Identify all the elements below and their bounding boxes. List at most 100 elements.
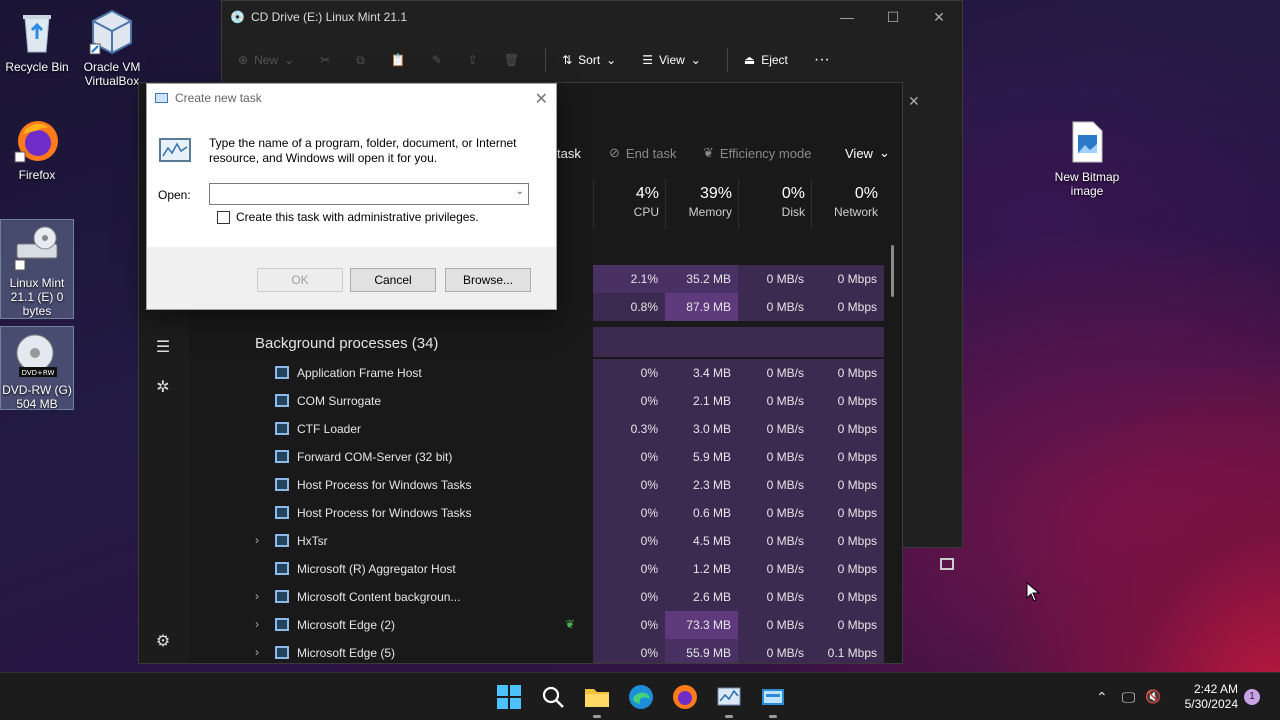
firefox-taskbar-button[interactable]: [671, 683, 699, 711]
chevron-right-icon[interactable]: ›: [255, 533, 259, 547]
eject-button[interactable]: ⏏ Eject: [744, 53, 788, 67]
disk-cell: 0 MB/s: [738, 499, 811, 527]
run-new-task-button[interactable]: task: [557, 146, 581, 161]
separator: [726, 48, 728, 72]
checkbox-box[interactable]: [217, 210, 230, 224]
details-nav-icon[interactable]: ☰: [153, 337, 173, 357]
end-task-button[interactable]: ⊘ End task: [609, 145, 677, 161]
process-icon: [275, 422, 289, 435]
process-name: Microsoft Edge (5): [297, 646, 396, 660]
more-options-button[interactable]: ···: [814, 51, 830, 69]
table-row[interactable]: › Microsoft Content backgroun... 0% 2.6 MB 0…: [189, 583, 902, 611]
efficiency-mode-button[interactable]: ❦ Efficiency mode: [703, 145, 811, 161]
table-row[interactable]: COM Surrogate 0% 2.1 MB 0 MB/s 0 Mbps: [189, 387, 902, 415]
memory-cell: 2.1 MB: [665, 387, 738, 415]
dialog-close-button[interactable]: ✕: [535, 89, 548, 109]
open-input[interactable]: [210, 184, 500, 204]
settings-gear-icon[interactable]: ⚙: [153, 631, 173, 651]
notification-badge[interactable]: 1: [1244, 689, 1260, 705]
admin-privileges-checkbox[interactable]: Create this task with administrative pri…: [217, 210, 479, 224]
windows-logo-icon: [497, 685, 521, 709]
eject-icon: ⏏: [743, 53, 756, 67]
browse-button[interactable]: Browse...: [445, 268, 531, 292]
desktop-icon-new-bitmap[interactable]: New Bitmap image: [1050, 114, 1124, 198]
running-indicator: [593, 715, 601, 718]
view-button[interactable]: ☰ View ⌄: [642, 53, 701, 67]
table-row[interactable]: Microsoft (R) Aggregator Host 0% 1.2 MB 0 M…: [189, 555, 902, 583]
background-processes-group-title[interactable]: Background processes (34): [255, 335, 438, 352]
network-column-header[interactable]: 0% Network: [811, 179, 884, 229]
table-row[interactable]: CTF Loader 0.3% 3.0 MB 0 MB/s 0 Mbps: [189, 415, 902, 443]
rename-button[interactable]: ✎: [432, 53, 442, 67]
new-button[interactable]: ⊕ New ⌄: [238, 53, 294, 67]
tm-view-button[interactable]: View ⌄: [845, 145, 890, 161]
task-manager-taskbar-button[interactable]: [715, 683, 743, 718]
chevron-right-icon[interactable]: ›: [255, 645, 259, 659]
close-button[interactable]: ✕: [916, 1, 962, 33]
desktop-icon-label: Linux Mint 21.1 (E) 0 bytes: [9, 276, 65, 318]
clock-date: 5/30/2024: [1184, 697, 1238, 711]
ok-button[interactable]: OK: [257, 268, 343, 292]
minimize-button[interactable]: —: [824, 1, 870, 33]
desktop-icon-dvd-drive[interactable]: DVD+RW DVD-RW (G) 504 MB: [0, 326, 74, 411]
process-name: Microsoft Edge (2): [297, 618, 396, 632]
cpu-column-header[interactable]: 4% CPU: [593, 179, 665, 229]
process-name: Application Frame Host: [297, 366, 422, 380]
chevron-right-icon[interactable]: ›: [255, 617, 259, 631]
chevron-down-icon[interactable]: ⌄: [516, 186, 524, 197]
desktop-icon-recycle-bin[interactable]: Recycle Bin: [0, 4, 74, 74]
run-program-icon: [159, 138, 191, 162]
table-row[interactable]: Forward COM-Server (32 bit) 0% 5.9 MB 0 MB/…: [189, 443, 902, 471]
desktop-icon-linux-mint-drive[interactable]: Linux Mint 21.1 (E) 0 bytes: [0, 219, 74, 319]
sort-button[interactable]: ⇅ Sort ⌄: [562, 53, 616, 67]
chevron-down-icon: ⌄: [690, 53, 701, 67]
open-combobox[interactable]: ⌄: [209, 183, 529, 205]
network-cell: 0 Mbps: [811, 387, 884, 415]
network-cell: 0 Mbps: [811, 443, 884, 471]
memory-cell: 0.6 MB: [665, 499, 738, 527]
table-row[interactable]: Host Process for Windows Tasks 0% 2.3 MB 0 …: [189, 471, 902, 499]
process-name: Host Process for Windows Tasks: [297, 506, 472, 520]
leaf-icon: ❦: [703, 145, 714, 160]
table-row[interactable]: › Microsoft Edge (2) ❦ 0% 73.3 MB 0 MB/s 0 Mbp…: [189, 611, 902, 639]
cpu-cell: 0%: [593, 611, 665, 639]
network-icon[interactable]: 🖵: [1122, 689, 1136, 706]
file-explorer-taskbar-button[interactable]: [583, 683, 611, 718]
run-taskbar-button[interactable]: [759, 683, 787, 718]
copy-button[interactable]: ⧉: [356, 53, 365, 68]
edge-taskbar-button[interactable]: [627, 683, 655, 711]
maximize-button[interactable]: ☐: [870, 1, 916, 33]
desktop-icon-label: Firefox: [18, 168, 56, 182]
desktop-icon-firefox[interactable]: Firefox: [0, 112, 74, 182]
explorer-close-sub-icon[interactable]: ✕: [908, 93, 920, 110]
memory-cell: 3.4 MB: [665, 359, 738, 387]
chevron-right-icon[interactable]: ›: [255, 589, 259, 603]
chevron-up-icon[interactable]: ⌃: [1096, 689, 1108, 706]
process-name: COM Surrogate: [297, 394, 382, 408]
table-row[interactable]: › HxTsr 0% 4.5 MB 0 MB/s 0 Mbps: [189, 527, 902, 555]
table-row[interactable]: Application Frame Host 0% 3.4 MB 0 MB/s 0 Mb…: [189, 359, 902, 387]
start-button[interactable]: [495, 683, 523, 711]
table-row[interactable]: Host Process for Windows Tasks 0% 0.6 MB 0 …: [189, 499, 902, 527]
process-icon: [275, 366, 289, 379]
paste-button[interactable]: 📋: [391, 53, 406, 67]
share-button[interactable]: ⇪: [468, 53, 478, 67]
services-nav-icon[interactable]: ✲: [153, 377, 173, 397]
memory-column-header[interactable]: 39% Memory: [665, 179, 738, 229]
process-icon: [275, 394, 289, 407]
cut-button[interactable]: ✂: [320, 53, 330, 67]
desktop-icon-virtualbox[interactable]: Oracle VM VirtualBox: [75, 4, 149, 88]
cancel-button[interactable]: Cancel: [350, 268, 436, 292]
memory-cell: 1.2 MB: [665, 555, 738, 583]
disk-column-header[interactable]: 0% Disk: [738, 179, 811, 229]
table-row[interactable]: › Microsoft Edge (5) 0% 55.9 MB 0 MB/s 0.1 Mb…: [189, 639, 902, 663]
memory-cell: 73.3 MB: [665, 611, 738, 639]
volume-muted-icon[interactable]: 🔇: [1145, 689, 1161, 705]
cd-drive-icon: [13, 224, 61, 272]
search-button[interactable]: [539, 683, 567, 711]
explorer-view-toggle-icon[interactable]: [940, 558, 954, 570]
run-dialog-icon: [155, 93, 168, 103]
process-icon: [275, 646, 289, 659]
delete-button[interactable]: 🗑: [504, 53, 519, 67]
taskbar-clock[interactable]: 2:42 AM 5/30/2024: [1185, 682, 1238, 712]
